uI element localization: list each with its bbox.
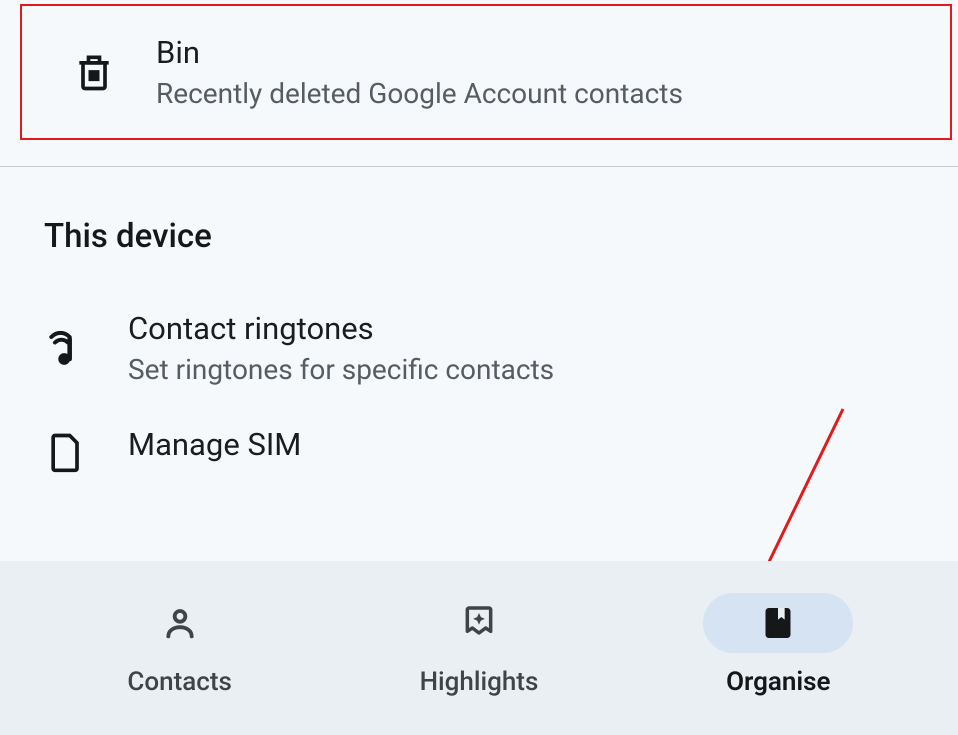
manage-sim-row[interactable]: Manage SIM xyxy=(0,416,958,474)
ringtones-title: Contact ringtones xyxy=(128,310,554,347)
bin-title: Bin xyxy=(156,34,683,71)
nav-highlights-label: Highlights xyxy=(420,667,539,697)
ringtones-subtitle: Set ringtones for specific contacts xyxy=(128,353,554,386)
person-icon xyxy=(160,603,200,643)
bin-text: Bin Recently deleted Google Account cont… xyxy=(156,34,683,110)
ringtone-icon xyxy=(44,326,88,370)
nav-contacts-label: Contacts xyxy=(127,667,231,697)
ringtones-text: Contact ringtones Set ringtones for spec… xyxy=(128,310,554,386)
bin-row[interactable]: Bin Recently deleted Google Account cont… xyxy=(20,4,952,140)
trash-icon xyxy=(72,50,116,94)
sim-text: Manage SIM xyxy=(128,430,301,463)
sim-icon xyxy=(44,430,88,474)
nav-organise-label: Organise xyxy=(726,667,830,697)
nav-organise[interactable]: Organise xyxy=(678,593,878,697)
bookmark-book-icon xyxy=(758,603,798,643)
sparkle-badge-icon xyxy=(459,603,499,643)
section-header-this-device: This device xyxy=(0,167,958,280)
bottom-nav: Contacts Highlights Organise xyxy=(0,561,958,735)
nav-contacts[interactable]: Contacts xyxy=(80,593,280,697)
bin-subtitle: Recently deleted Google Account contacts xyxy=(156,77,683,110)
nav-highlights[interactable]: Highlights xyxy=(379,593,579,697)
contact-ringtones-row[interactable]: Contact ringtones Set ringtones for spec… xyxy=(0,280,958,416)
sim-title: Manage SIM xyxy=(128,426,301,463)
